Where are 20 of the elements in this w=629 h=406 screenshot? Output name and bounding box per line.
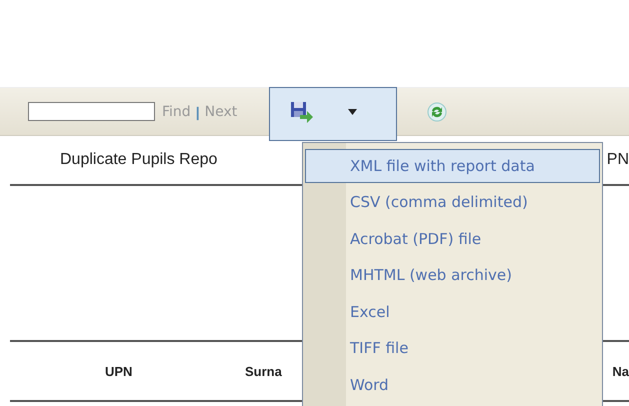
find-link[interactable]: Find <box>162 104 191 120</box>
column-header: Surna <box>245 364 282 378</box>
menu-item[interactable]: Word <box>305 366 600 403</box>
menu-item[interactable]: TIFF file <box>305 330 600 366</box>
menu-item[interactable]: Excel <box>305 294 600 330</box>
menu-item[interactable]: XML file with report data <box>305 149 600 183</box>
next-link[interactable]: Next <box>204 104 238 120</box>
export-button[interactable] <box>269 87 398 141</box>
column-header: Na <box>612 364 629 378</box>
search-field[interactable] <box>28 102 155 121</box>
menu-item[interactable]: Acrobat (PDF) file <box>305 220 600 257</box>
refresh-icon[interactable] <box>427 102 448 122</box>
caret-icon <box>348 109 358 115</box>
save-icon <box>290 101 314 123</box>
column-header: UPN <box>105 364 134 378</box>
menu-item[interactable]: MHTML (web archive) <box>305 257 600 294</box>
report-title: PN <box>606 151 629 169</box>
menu-item[interactable]: CSV (comma delimited) <box>305 184 600 220</box>
separator-text: | <box>196 104 200 120</box>
report-title: Duplicate Pupils Repo <box>60 151 218 169</box>
